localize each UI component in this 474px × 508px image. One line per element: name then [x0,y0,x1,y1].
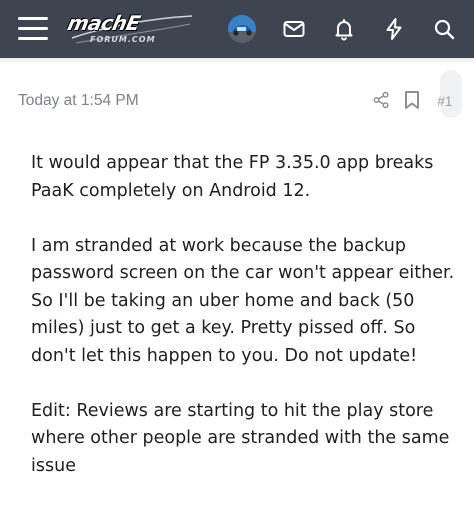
post-body: It would appear that the FP 3.35.0 app b… [31,150,461,508]
post-paragraph: Edit: Reviews are starting to hit the pl… [31,400,450,476]
post-number-link[interactable]: #1 [437,91,453,111]
header-shadow [0,58,474,64]
bookmark-icon[interactable] [403,90,421,110]
logo-wordmark: machE [65,11,143,35]
avatar-image [228,15,256,43]
site-logo[interactable]: machE FORUM.COM [65,10,196,50]
search-icon[interactable] [432,17,456,41]
post-paragraph: It would appear that the FP 3.35.0 app b… [31,153,434,201]
avatar[interactable] [228,15,256,43]
logo-subtitle: FORUM.COM [90,35,156,44]
share-icon[interactable] [372,91,390,109]
bell-icon[interactable] [332,17,356,41]
post-timestamp[interactable]: Today at 1:54 PM [18,91,139,111]
envelope-icon[interactable] [282,17,306,41]
top-navigation-bar: machE FORUM.COM [0,0,474,58]
lightning-icon[interactable] [382,17,406,41]
post-paragraph: I am stranded at work because the backup… [31,235,455,366]
hamburger-menu-icon[interactable] [18,15,48,41]
